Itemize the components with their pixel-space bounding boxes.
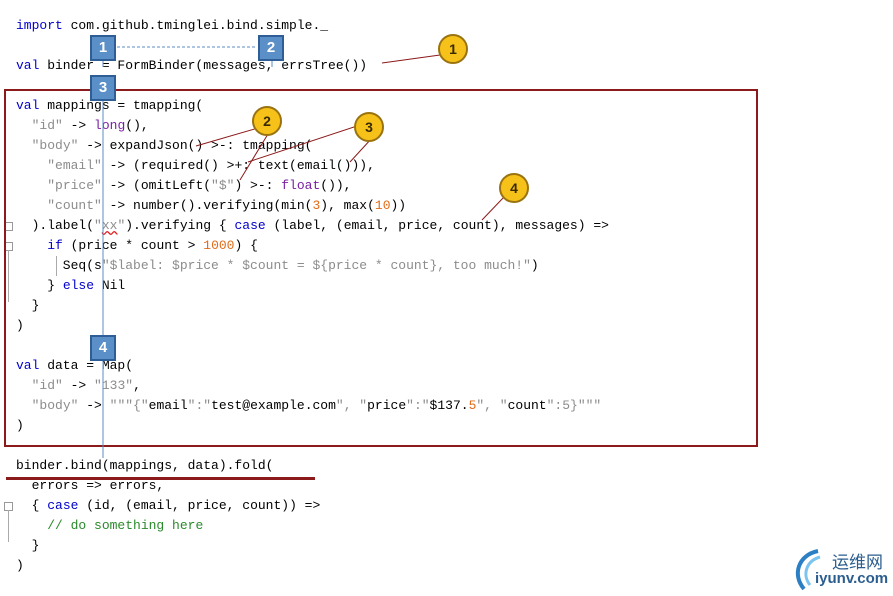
annotation-square-1: 1	[90, 35, 116, 61]
annotation-circle-3: 3	[354, 112, 384, 142]
annotation-connectors	[102, 46, 505, 458]
annotation-circle-4: 4	[499, 173, 529, 203]
annotation-circle-2: 2	[252, 106, 282, 136]
watermark-en: iyunv.com	[815, 570, 889, 587]
annotation-square-2: 2	[258, 35, 284, 61]
annotation-square-4: 4	[90, 335, 116, 361]
annotation-square-3: 3	[90, 75, 116, 101]
annotation-circle-1: 1	[438, 34, 468, 64]
